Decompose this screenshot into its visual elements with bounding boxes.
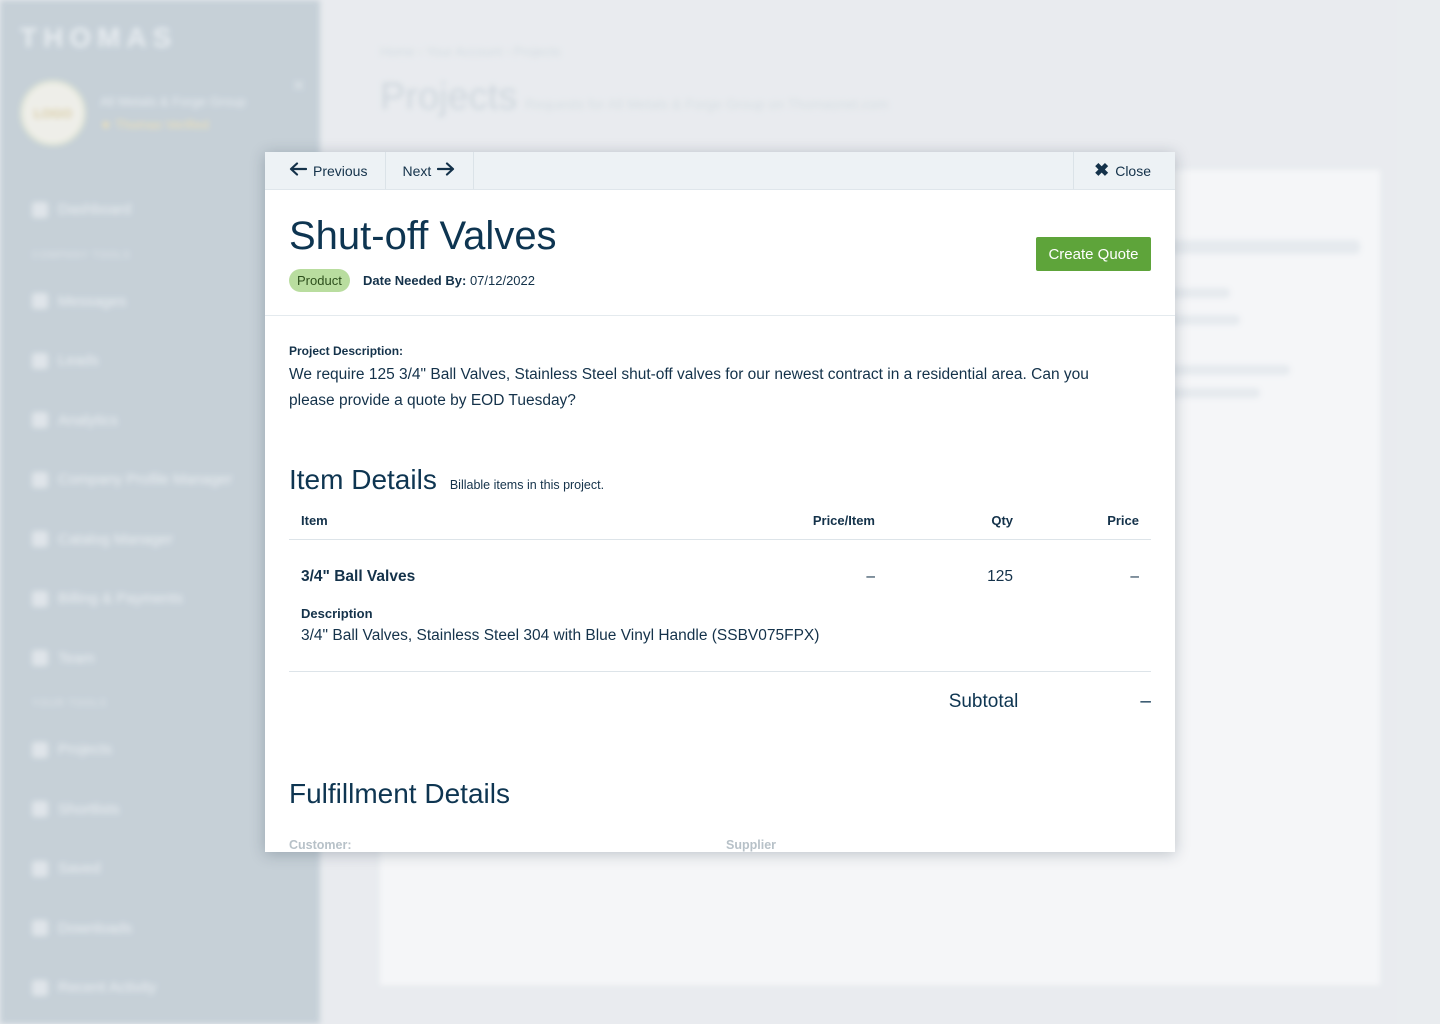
subtotal-row: Subtotal – xyxy=(289,672,1151,732)
create-quote-button[interactable]: Create Quote xyxy=(1036,237,1151,271)
item-qty: 125 xyxy=(987,568,1013,585)
item-description-label: Description xyxy=(301,606,373,621)
project-description-label: Project Description: xyxy=(289,344,404,358)
column-header-qty: Qty xyxy=(991,513,1013,528)
item-details-subtitle: Billable items in this project. xyxy=(449,478,605,492)
table-header: Item Price/Item Qty Price xyxy=(289,502,1151,540)
modal-body: Project Description: We require 125 3/4"… xyxy=(265,344,1175,852)
project-detail-modal: Previous Next ✖ Close Shut-off Valves Pr… xyxy=(265,152,1175,852)
close-button[interactable]: ✖ Close xyxy=(1073,152,1175,189)
subtotal-label: Subtotal xyxy=(948,691,1019,712)
item-description-text: 3/4" Ball Valves, Stainless Steel 304 wi… xyxy=(301,627,820,644)
arrow-left-icon xyxy=(289,162,308,179)
product-tag: Product xyxy=(289,269,350,292)
column-header-price-per-item: Price/Item xyxy=(812,513,875,528)
items-table: Item Price/Item Qty Price 3/4" Ball Valv… xyxy=(289,502,1151,732)
close-icon: ✖ xyxy=(1094,160,1110,180)
date-needed-value: 07/12/2022 xyxy=(469,273,536,288)
date-needed: Date Needed By: 07/12/2022 xyxy=(363,273,535,288)
date-needed-label: Date Needed By: xyxy=(363,273,467,288)
item-details-title: Item Details xyxy=(289,464,437,495)
item-name: 3/4" Ball Valves xyxy=(301,568,416,585)
item-details-header: Item Details Billable items in this proj… xyxy=(289,464,1151,496)
next-label: Next xyxy=(402,162,432,179)
arrow-right-icon xyxy=(437,162,455,179)
column-header-item: Item xyxy=(301,513,328,528)
modal-header: Shut-off Valves Product Date Needed By: … xyxy=(265,190,1175,316)
close-label: Close xyxy=(1115,162,1151,179)
table-row: 3/4" Ball Valves – 125 – xyxy=(289,540,1151,614)
previous-button[interactable]: Previous xyxy=(265,152,387,189)
customer-label: Customer: xyxy=(289,838,352,852)
next-button[interactable]: Next xyxy=(386,152,475,189)
item-description: Description 3/4" Ball Valves, Stainless … xyxy=(289,606,1151,672)
project-description-text: We require 125 3/4" Ball Valves, Stainle… xyxy=(289,366,1089,409)
supplier-label: Supplier xyxy=(726,838,777,852)
fulfillment-parties: Customer: Supplier xyxy=(289,838,1151,852)
project-title: Shut-off Valves xyxy=(289,214,557,258)
subtotal-value: – xyxy=(1140,691,1151,712)
item-price-per-item: – xyxy=(866,568,875,585)
item-price: – xyxy=(1130,568,1139,585)
fulfillment-details-title: Fulfillment Details xyxy=(289,778,510,809)
modal-nav-bar: Previous Next ✖ Close xyxy=(265,152,1175,190)
previous-label: Previous xyxy=(313,162,368,179)
column-header-price: Price xyxy=(1107,513,1139,528)
